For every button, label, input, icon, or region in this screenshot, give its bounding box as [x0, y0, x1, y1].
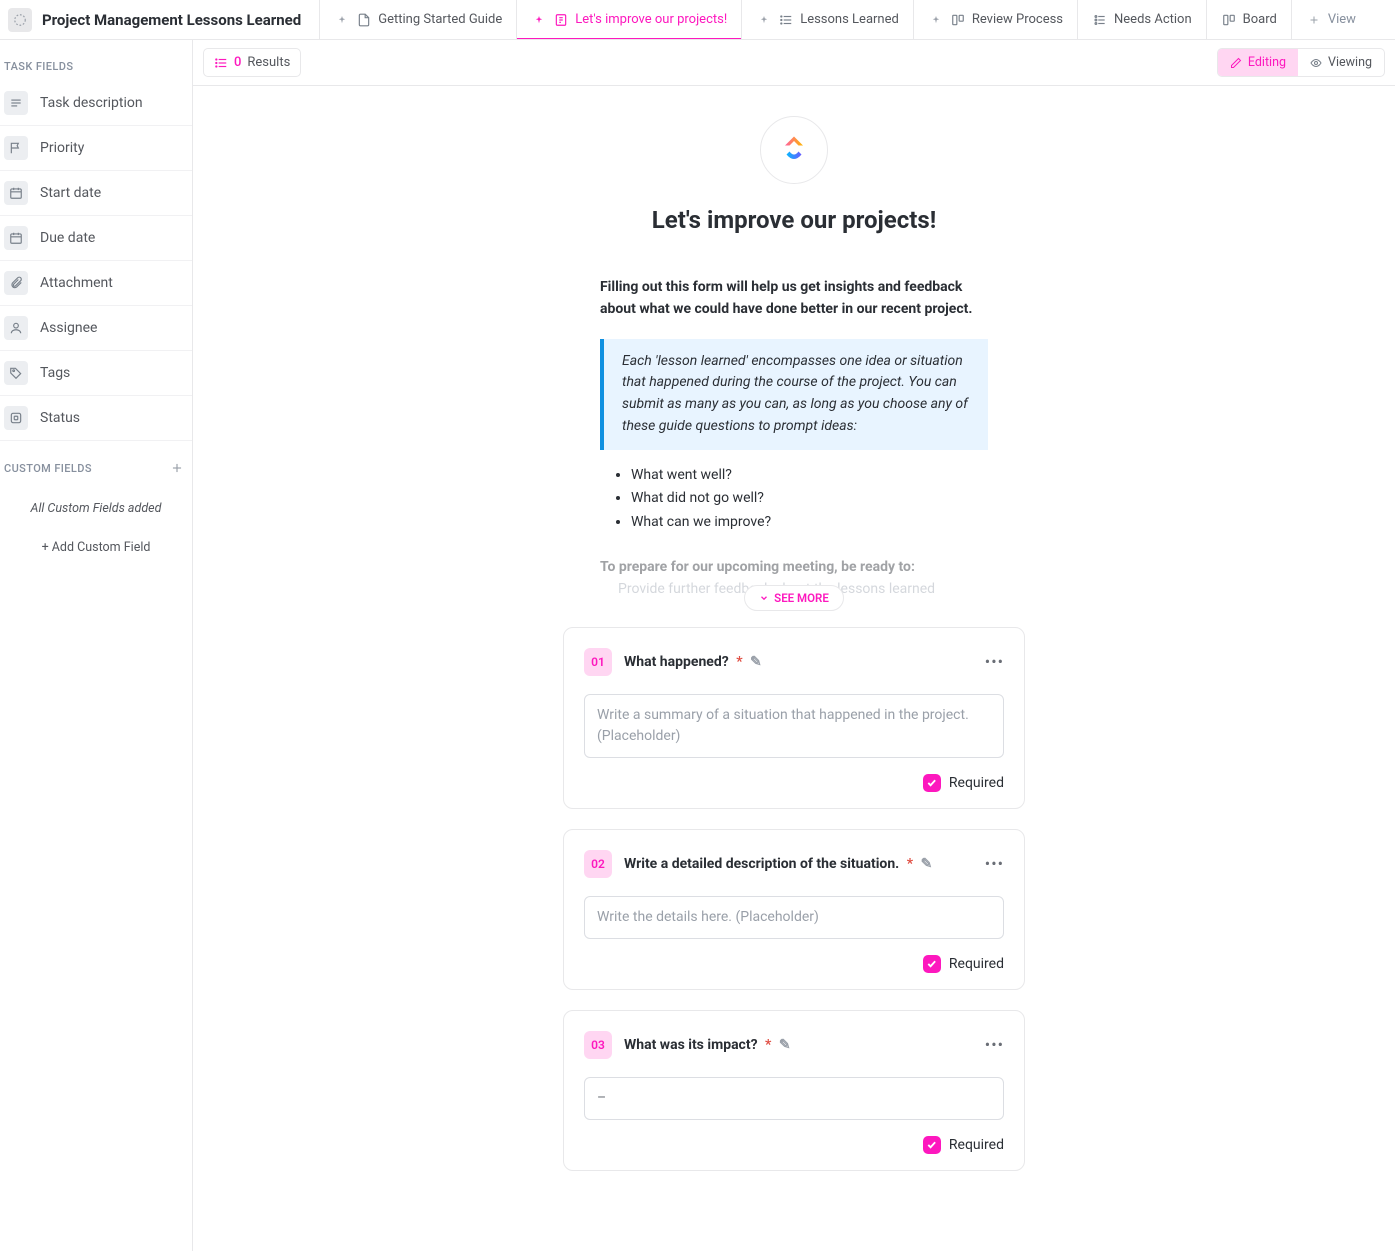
- question-title[interactable]: What was its impact? * ✎: [624, 1037, 791, 1053]
- pin-icon: [928, 12, 944, 28]
- question-card[interactable]: 01 What happened? * ✎ ••• Write a summar…: [563, 627, 1025, 809]
- field-due-date[interactable]: Due date: [0, 216, 192, 261]
- top-tab-bar: Project Management Lessons Learned Getti…: [0, 0, 1395, 40]
- question-number: 02: [584, 850, 612, 878]
- question-input[interactable]: Write the details here. (Placeholder): [584, 896, 1004, 939]
- field-task-description[interactable]: Task description: [0, 81, 192, 126]
- tab-board[interactable]: Board: [1206, 0, 1291, 39]
- tab-lessons-learned[interactable]: Lessons Learned: [741, 0, 913, 39]
- pencil-icon: [1230, 57, 1242, 69]
- tab-getting-started[interactable]: Getting Started Guide: [319, 0, 516, 39]
- field-sidebar: TASK FIELDS Task description Priority St…: [0, 40, 193, 1251]
- required-label: Required: [949, 1137, 1004, 1153]
- list-icon: [778, 12, 794, 28]
- tag-icon: [4, 361, 28, 385]
- see-more-button[interactable]: SEE MORE: [744, 585, 844, 611]
- tab-label: Getting Started Guide: [378, 12, 502, 27]
- results-icon: [214, 56, 228, 70]
- question-title[interactable]: What happened? * ✎: [624, 654, 762, 670]
- tab-label: Let's improve our projects!: [575, 12, 727, 27]
- pencil-icon: ✎: [750, 654, 762, 670]
- plus-icon: [1306, 12, 1322, 28]
- list-icon: [8, 8, 32, 32]
- tab-review-process[interactable]: Review Process: [913, 0, 1077, 39]
- board-icon: [950, 12, 966, 28]
- question-more-button[interactable]: •••: [985, 652, 1004, 671]
- pin-icon: [334, 12, 350, 28]
- form-title[interactable]: Let's improve our projects!: [563, 206, 1025, 234]
- field-start-date[interactable]: Start date: [0, 171, 192, 216]
- custom-fields-empty-msg: All Custom Fields added: [0, 477, 192, 536]
- question-input[interactable]: Write a summary of a situation that happ…: [584, 694, 1004, 758]
- form-logo[interactable]: [760, 116, 828, 184]
- flag-icon: [4, 136, 28, 160]
- form-canvas: Let's improve our projects! Filling out …: [193, 86, 1395, 1251]
- bullet-item: What went well?: [631, 464, 979, 488]
- edit-view-toggle: Editing Viewing: [1217, 48, 1385, 77]
- field-tags[interactable]: Tags: [0, 351, 192, 396]
- results-count: 0: [234, 55, 241, 70]
- field-priority[interactable]: Priority: [0, 126, 192, 171]
- pencil-icon: ✎: [779, 1037, 791, 1053]
- tab-label: Lessons Learned: [800, 12, 899, 27]
- form-callout[interactable]: Each 'lesson learned' encompasses one id…: [600, 339, 988, 450]
- results-button[interactable]: 0 Results: [203, 48, 301, 77]
- add-view-label: View: [1328, 12, 1356, 27]
- chevron-down-icon: [759, 593, 769, 603]
- question-card[interactable]: 03 What was its impact? * ✎ ••• – Requir…: [563, 1010, 1025, 1171]
- field-assignee[interactable]: Assignee: [0, 306, 192, 351]
- question-more-button[interactable]: •••: [985, 854, 1004, 873]
- required-checkbox[interactable]: [923, 774, 941, 792]
- tab-label: Needs Action: [1114, 12, 1192, 27]
- calendar-icon: [4, 181, 28, 205]
- board-icon: [1221, 12, 1237, 28]
- pin-icon: [756, 12, 772, 28]
- pin-icon: [531, 12, 547, 28]
- list-title[interactable]: Project Management Lessons Learned: [42, 11, 301, 29]
- bullet-item: What did not go well?: [631, 487, 979, 511]
- doc-icon: [356, 12, 372, 28]
- add-view-button[interactable]: View: [1291, 0, 1370, 39]
- tab-needs-action[interactable]: Needs Action: [1077, 0, 1206, 39]
- form-icon: [553, 12, 569, 28]
- form-bullets[interactable]: What went well? What did not go well? Wh…: [609, 464, 979, 535]
- status-icon: [4, 406, 28, 430]
- tab-label: Review Process: [972, 12, 1063, 27]
- question-title[interactable]: Write a detailed description of the situ…: [624, 856, 932, 872]
- tab-label: Board: [1243, 12, 1277, 27]
- question-card[interactable]: 02 Write a detailed description of the s…: [563, 829, 1025, 990]
- user-icon: [4, 316, 28, 340]
- question-number: 03: [584, 1031, 612, 1059]
- results-label: Results: [247, 55, 290, 70]
- text-icon: [4, 91, 28, 115]
- pencil-icon: ✎: [921, 856, 933, 872]
- viewing-mode-button[interactable]: Viewing: [1298, 49, 1384, 76]
- attach-icon: [4, 271, 28, 295]
- faded-heading: To prepare for our upcoming meeting, be …: [600, 559, 988, 575]
- eye-icon: [1310, 57, 1322, 69]
- required-checkbox[interactable]: [923, 1136, 941, 1154]
- field-status[interactable]: Status: [0, 396, 192, 441]
- question-input[interactable]: –: [584, 1077, 1004, 1120]
- question-number: 01: [584, 648, 612, 676]
- add-custom-field-button[interactable]: + Add Custom Field: [0, 536, 192, 559]
- field-attachment[interactable]: Attachment: [0, 261, 192, 306]
- required-checkbox[interactable]: [923, 955, 941, 973]
- bullet-item: What can we improve?: [631, 511, 979, 535]
- required-label: Required: [949, 775, 1004, 791]
- task-fields-heading: TASK FIELDS: [0, 40, 192, 81]
- question-more-button[interactable]: •••: [985, 1035, 1004, 1054]
- form-toolbar: 0 Results Editing Viewing: [193, 40, 1395, 86]
- editing-mode-button[interactable]: Editing: [1218, 49, 1298, 76]
- required-label: Required: [949, 956, 1004, 972]
- add-custom-field-icon-button[interactable]: [170, 461, 184, 475]
- calendar-icon: [4, 226, 28, 250]
- tab-improve-projects[interactable]: Let's improve our projects!: [516, 0, 741, 39]
- form-intro[interactable]: Filling out this form will help us get i…: [600, 276, 988, 321]
- custom-fields-heading: CUSTOM FIELDS: [4, 462, 92, 475]
- list-icon: [1092, 12, 1108, 28]
